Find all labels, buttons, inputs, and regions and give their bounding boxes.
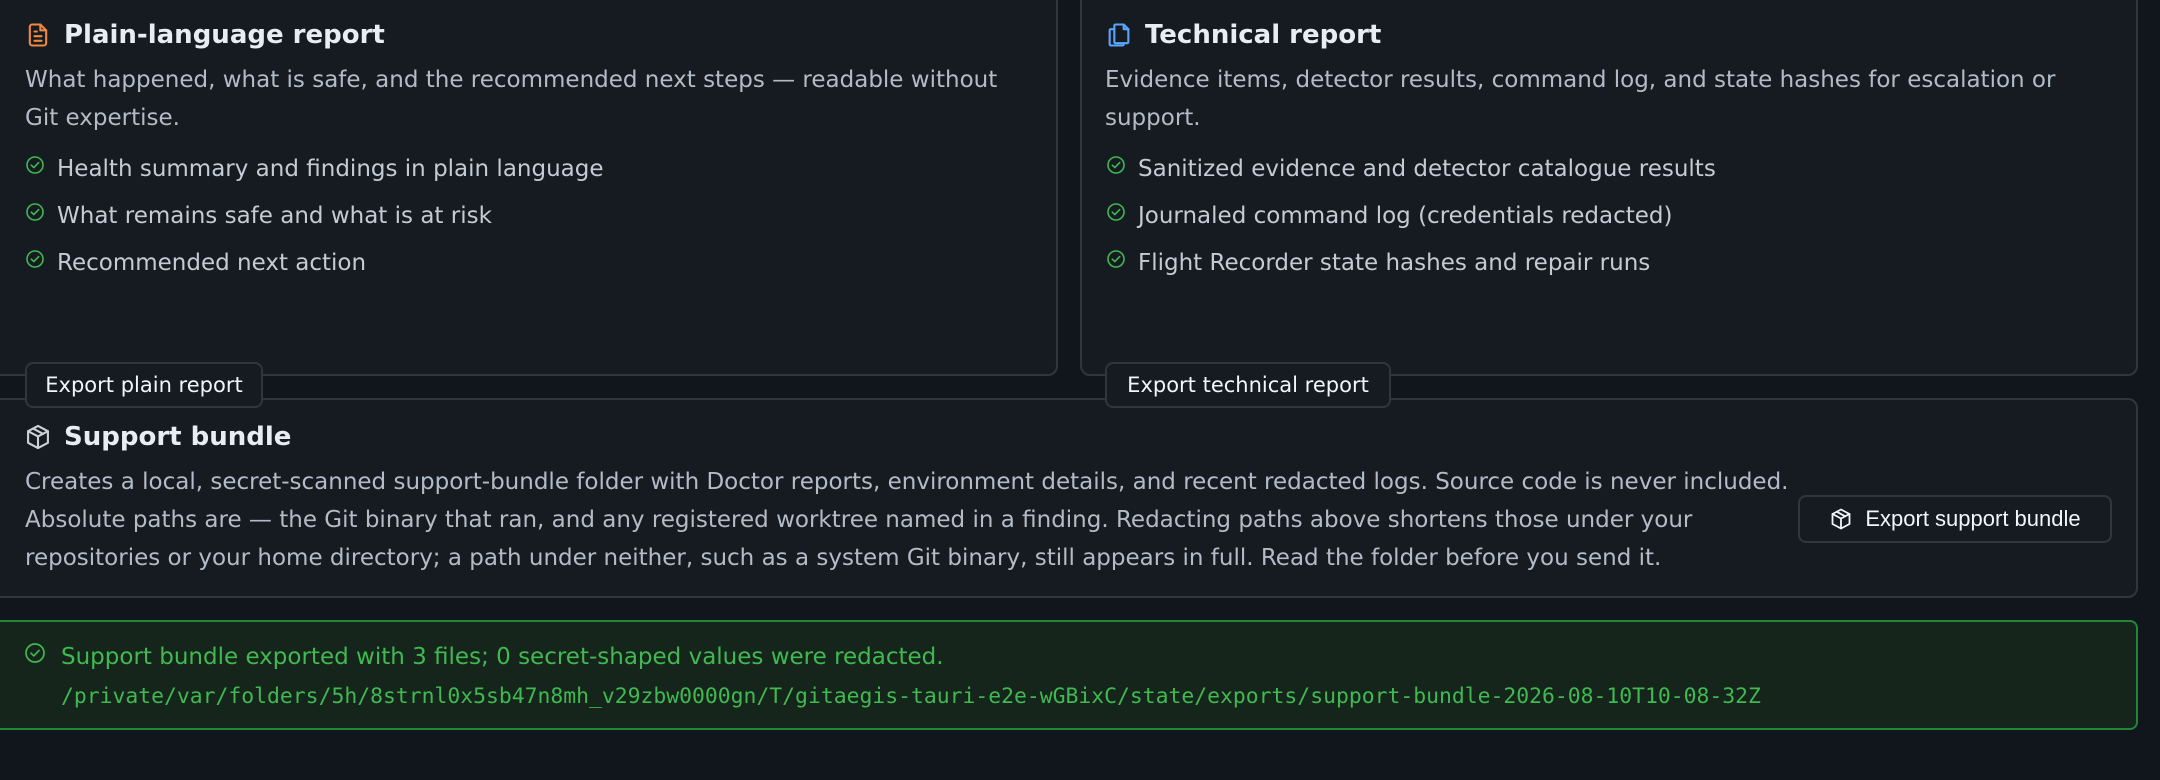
list-item: Recommended next action xyxy=(25,247,604,294)
export-path: /private/var/folders/5h/8strnl0x5sb47n8m… xyxy=(61,684,1761,709)
list-item: Sanitized evidence and detector catalogu… xyxy=(1106,153,1716,200)
technical-report-list: Sanitized evidence and detector catalogu… xyxy=(1106,153,1716,294)
export-support-bundle-button[interactable]: Export support bundle xyxy=(1798,495,2112,543)
copy-files-icon xyxy=(1105,21,1133,49)
check-circle-icon xyxy=(25,249,45,269)
support-bundle-title: Support bundle xyxy=(24,422,291,452)
package-icon xyxy=(24,423,52,451)
list-item: Health summary and findings in plain lan… xyxy=(25,153,604,200)
check-circle-icon xyxy=(25,202,45,222)
plain-report-description: What happened, what is safe, and the rec… xyxy=(25,67,998,131)
check-circle-icon xyxy=(24,642,46,664)
check-circle-icon xyxy=(1106,249,1126,269)
support-bundle-description: Creates a local, secret-scanned support-… xyxy=(25,469,1789,571)
list-item: Journaled command log (credentials redac… xyxy=(1106,200,1716,247)
technical-report-description: Evidence items, detector results, comman… xyxy=(1105,67,2056,131)
plain-report-list: Health summary and findings in plain lan… xyxy=(25,153,604,294)
list-item: What remains safe and what is at risk xyxy=(25,200,604,247)
check-circle-icon xyxy=(25,155,45,175)
plain-report-title: Plain-language report xyxy=(24,20,385,50)
export-plain-report-button[interactable]: Export plain report xyxy=(25,362,263,408)
check-circle-icon xyxy=(1106,202,1126,222)
check-circle-icon xyxy=(1106,155,1126,175)
list-item: Flight Recorder state hashes and repair … xyxy=(1106,247,1716,294)
file-text-icon xyxy=(24,21,52,49)
success-notice: Support bundle exported with 3 files; 0 … xyxy=(0,620,2138,730)
package-icon xyxy=(1829,507,1853,531)
technical-report-title: Technical report xyxy=(1105,20,1381,50)
export-technical-report-button[interactable]: Export technical report xyxy=(1105,362,1391,408)
success-message: Support bundle exported with 3 files; 0 … xyxy=(61,644,944,670)
